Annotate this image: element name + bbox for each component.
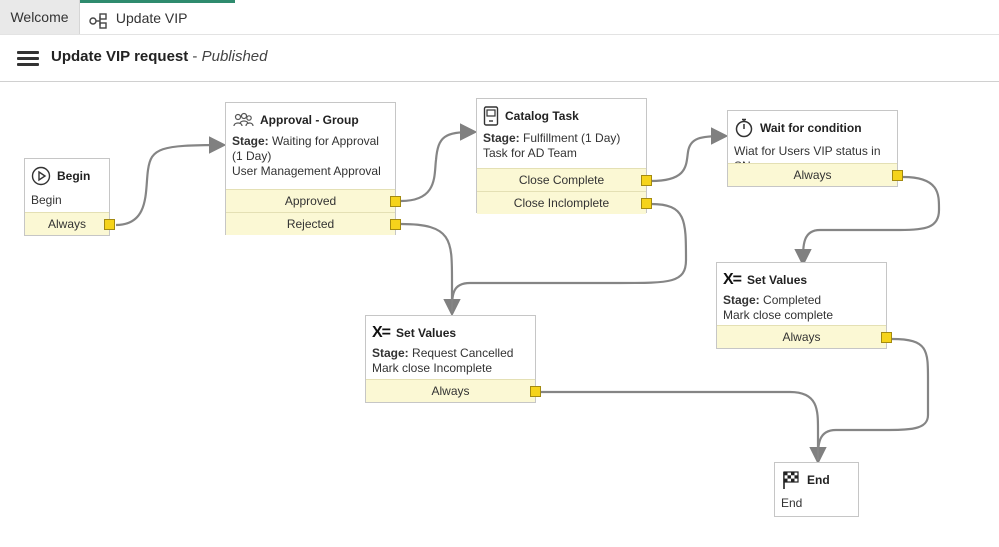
set-values-icon: X=: [723, 271, 742, 288]
tab-bar: Welcome Update VIP request: [0, 0, 999, 56]
title-separator: -: [188, 48, 202, 65]
exit-close-incomplete[interactable]: Close Inclomplete: [477, 191, 652, 214]
checkered-flag-icon: [783, 471, 799, 489]
node-description: Task for AD Team: [483, 146, 577, 160]
node-title: Set Values: [396, 326, 457, 340]
workflow-icon: [89, 10, 109, 29]
node-description: Begin: [31, 193, 62, 207]
page-title: Update VIP request - Published: [51, 48, 268, 65]
exit-label: Close Complete: [518, 173, 605, 187]
exit-label: Always: [793, 168, 832, 182]
catalog-task-icon: [483, 106, 499, 126]
connector-port[interactable]: [530, 386, 541, 397]
exit-label: Always: [431, 384, 470, 398]
node-title: Wait for condition: [760, 121, 862, 135]
node-set-values-cancelled[interactable]: X= Set Values Stage: Request Cancelled M…: [365, 315, 541, 403]
node-stage: Stage: Request Cancelled: [372, 346, 514, 360]
node-set-values-completed[interactable]: X= Set Values Stage: Completed Mark clos…: [716, 262, 892, 349]
group-users-icon: [233, 112, 254, 127]
exit-always[interactable]: Always: [25, 212, 115, 235]
node-title: Catalog Task: [505, 109, 579, 123]
timer-icon: [735, 118, 753, 138]
node-description: End: [781, 496, 803, 510]
workflow-header: Update VIP request - Published: [0, 35, 999, 82]
node-title: Begin: [57, 169, 91, 183]
node-begin[interactable]: Begin Begin Always: [24, 158, 115, 236]
node-description: Mark close Incomplete: [372, 361, 493, 375]
node-stage: Stage: Waiting for Approval (1 Day): [232, 134, 379, 163]
exit-label: Always: [47, 217, 86, 231]
node-approval-group[interactable]: Approval - Group Stage: Waiting for Appr…: [225, 102, 401, 235]
node-title: Approval - Group: [260, 113, 359, 127]
exit-always[interactable]: Always: [717, 325, 892, 348]
connector-port[interactable]: [881, 332, 892, 343]
node-wait-for-condition[interactable]: Wait for condition Wiat for Users VIP st…: [727, 110, 903, 187]
exit-always[interactable]: Always: [366, 379, 541, 402]
connector-port[interactable]: [641, 198, 652, 209]
node-description: Mark close complete: [723, 308, 834, 322]
play-icon: [31, 166, 51, 186]
exit-label: Always: [782, 330, 821, 344]
exit-label: Rejected: [286, 217, 335, 231]
exit-approved[interactable]: Approved: [226, 189, 401, 212]
exit-always[interactable]: Always: [728, 163, 903, 186]
connector-port[interactable]: [390, 196, 401, 207]
connector-port[interactable]: [641, 175, 652, 186]
workflow-status: Published: [201, 48, 268, 65]
exit-rejected[interactable]: Rejected: [226, 212, 401, 235]
connector-port[interactable]: [390, 219, 401, 230]
node-title: End: [807, 473, 830, 487]
connector-port[interactable]: [104, 219, 115, 230]
node-catalog-task[interactable]: Catalog Task Stage: Fulfillment (1 Day) …: [476, 98, 652, 214]
workflow-name: Update VIP request: [51, 48, 189, 65]
node-stage: Stage: Completed: [723, 293, 822, 307]
connector-port[interactable]: [892, 170, 903, 181]
node-stage: Stage: Fulfillment (1 Day): [483, 131, 621, 145]
exit-label: Close Inclomplete: [513, 196, 610, 210]
node-title: Set Values: [747, 273, 808, 287]
node-end[interactable]: End End: [774, 462, 859, 517]
tab-update-vip-request[interactable]: Update VIP request: [80, 0, 235, 56]
set-values-icon: X=: [372, 324, 391, 341]
node-description: User Management Approval: [232, 164, 381, 178]
exit-close-complete[interactable]: Close Complete: [477, 168, 652, 191]
exit-label: Approved: [284, 194, 337, 208]
menu-icon[interactable]: [17, 51, 39, 67]
tab-welcome[interactable]: Welcome: [0, 0, 80, 34]
